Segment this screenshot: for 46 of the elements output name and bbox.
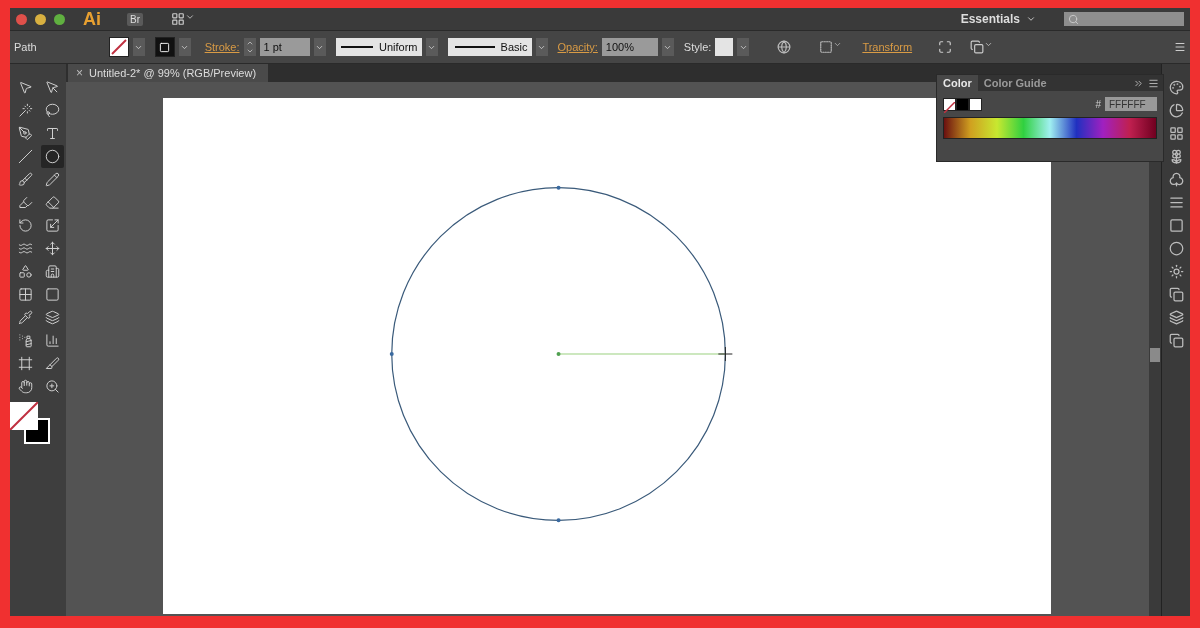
- color-swatch[interactable]: [969, 97, 982, 111]
- copy-icon[interactable]: [1168, 333, 1184, 348]
- opacity-label[interactable]: Opacity:: [557, 41, 598, 53]
- profile-dropdown[interactable]: Uniform: [335, 38, 422, 56]
- style-label: Style:: [683, 41, 712, 53]
- sun-icon[interactable]: [1168, 264, 1184, 279]
- minimize-button[interactable]: [35, 13, 46, 25]
- style-swatch[interactable]: [715, 38, 734, 56]
- palette-icon[interactable]: [1168, 80, 1184, 95]
- none-swatch[interactable]: [943, 97, 956, 111]
- panel-tab[interactable]: Color Guide: [977, 75, 1053, 91]
- fill-swatch[interactable]: [108, 37, 129, 57]
- club-icon[interactable]: [1168, 172, 1184, 187]
- close-button[interactable]: [16, 13, 27, 25]
- grid-icon[interactable]: [1168, 126, 1184, 141]
- hex-field[interactable]: FFFFFF: [1105, 97, 1157, 111]
- spinner-icon[interactable]: [243, 38, 256, 56]
- color-swatch[interactable]: [956, 97, 969, 111]
- panel-tab[interactable]: Color: [937, 75, 978, 91]
- circle-icon[interactable]: [1168, 241, 1184, 256]
- app-logo: Ai: [83, 12, 101, 26]
- zoom-button[interactable]: [54, 13, 65, 25]
- layers-icon[interactable]: [1168, 310, 1184, 325]
- color-spectrum[interactable]: [943, 117, 1157, 139]
- bridge-button[interactable]: Br: [127, 12, 143, 26]
- hex-label: #: [1095, 98, 1101, 110]
- selection-label: Path: [14, 41, 37, 53]
- stroke-weight-field[interactable]: 1 pt: [259, 38, 310, 56]
- square-icon[interactable]: [1168, 218, 1184, 233]
- layout-icon[interactable]: [171, 12, 195, 26]
- search-field[interactable]: [1064, 12, 1184, 26]
- panel-menu-icon[interactable]: [1174, 41, 1186, 53]
- caret-icon[interactable]: [1026, 14, 1036, 24]
- transform-link[interactable]: Transform: [862, 41, 913, 53]
- document-tab[interactable]: × Untitled-2* @ 99% (RGB/Preview): [68, 64, 269, 82]
- stroke-label[interactable]: Stroke:: [204, 41, 240, 53]
- lines-icon[interactable]: [1168, 195, 1184, 210]
- document-title: Untitled-2* @ 99% (RGB/Preview): [89, 67, 257, 79]
- search-icon: [1068, 13, 1079, 25]
- close-tab-button[interactable]: ×: [76, 66, 83, 80]
- stroke-swatch[interactable]: [154, 37, 175, 57]
- copy-icon[interactable]: [1168, 287, 1184, 302]
- brush-dropdown[interactable]: Basic: [447, 38, 532, 56]
- opacity-field[interactable]: 100%: [601, 38, 658, 56]
- globe-icon[interactable]: [777, 40, 792, 54]
- workspace-switcher[interactable]: Essentials: [960, 12, 1020, 26]
